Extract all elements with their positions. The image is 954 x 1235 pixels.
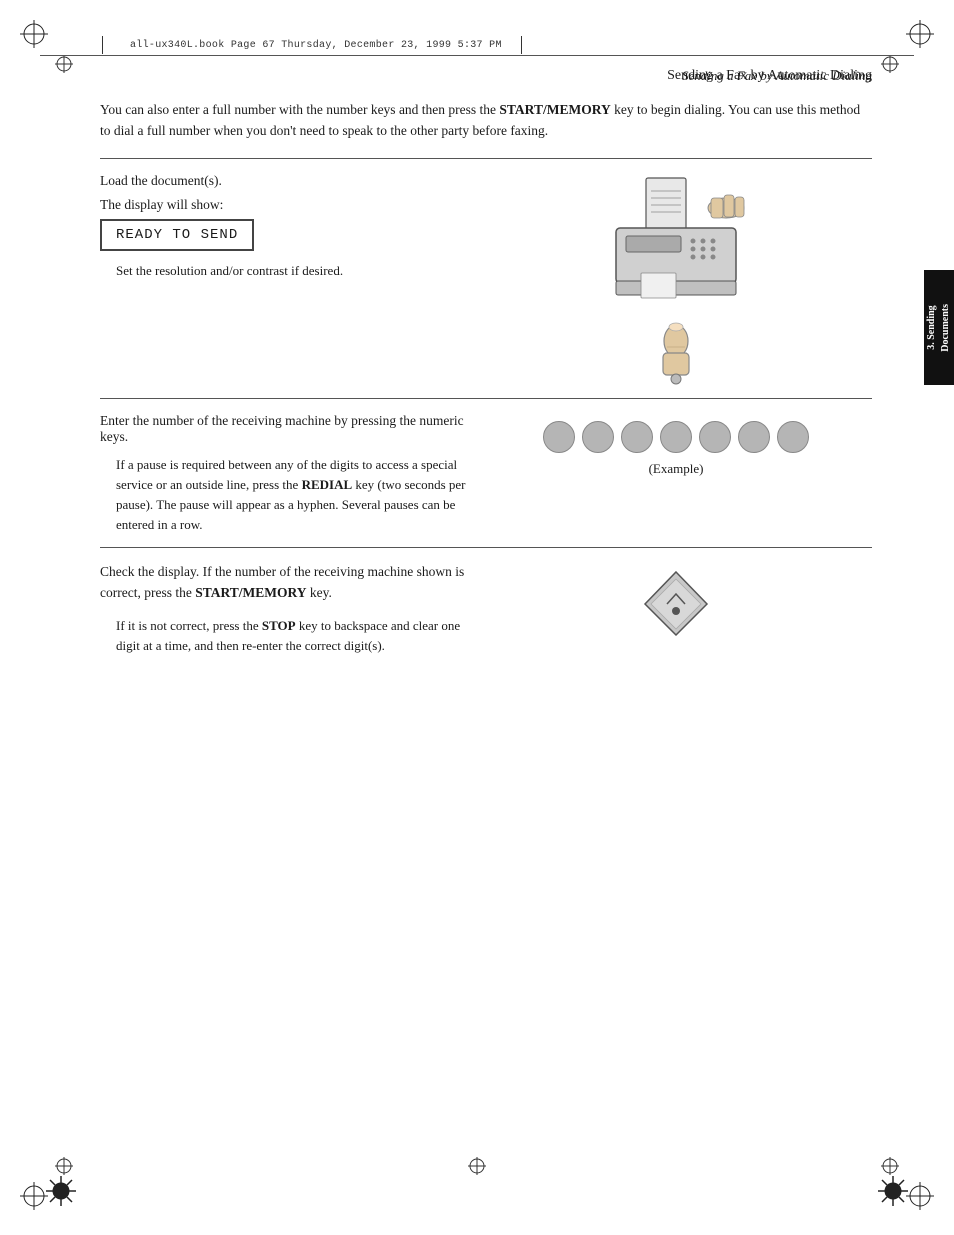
- key-2: [582, 421, 614, 453]
- sunburst-icon: [45, 1175, 77, 1207]
- reg-mark-top-right: [906, 20, 934, 53]
- display-box: READY TO SEND: [100, 219, 254, 251]
- step-3-section: Check the display. If the number of the …: [100, 548, 872, 668]
- reg-mark-bottom-left: [20, 1182, 48, 1215]
- example-label: (Example): [649, 461, 704, 477]
- step-3-right: [480, 562, 872, 642]
- step-1-load-text: Load the document(s).: [100, 173, 470, 189]
- margin-mark-top-right: [881, 55, 899, 78]
- margin-mark-top-left: [55, 55, 73, 78]
- step-1-right: [480, 173, 872, 386]
- intro-paragraph: You can also enter a full number with th…: [100, 100, 872, 142]
- step-1-section: Load the document(s). The display will s…: [100, 159, 872, 399]
- key-5: [699, 421, 731, 453]
- step-2-note: If a pause is required between any of th…: [100, 455, 470, 536]
- key-3: [621, 421, 653, 453]
- page-title-text: Sending a Fax by Automatic Dialing: [682, 68, 872, 84]
- step-3-left: Check the display. If the number of the …: [100, 562, 470, 656]
- step-1-left: Load the document(s). The display will s…: [100, 173, 470, 279]
- bottom-right-decoration: [877, 1175, 909, 1207]
- step-2-right: (Example): [480, 413, 872, 477]
- numeric-keys-row: [543, 421, 809, 453]
- step-3-main-text: Check the display. If the number of the …: [100, 562, 470, 604]
- sunburst-icon-right: [877, 1175, 909, 1207]
- step-1-display-label: The display will show:: [100, 197, 470, 213]
- step-1-note: Set the resolution and/or contrast if de…: [100, 263, 470, 279]
- finger-illustration: [641, 311, 711, 386]
- step-2-main-text: Enter the number of the receiving machin…: [100, 413, 470, 445]
- intro-text: You can also enter a full number with th…: [100, 102, 860, 138]
- step-3-note: If it is not correct, press the STOP key…: [100, 616, 470, 656]
- file-info-bar: all-ux340L.book Page 67 Thursday, Decemb…: [130, 36, 502, 52]
- step-2-left: Enter the number of the receiving machin…: [100, 413, 470, 536]
- top-rule: [40, 55, 914, 56]
- side-tab-text: 3. Sending Documents: [925, 304, 953, 352]
- start-memory-key-illustration: [639, 567, 714, 642]
- key-6: [738, 421, 770, 453]
- key-4: [660, 421, 692, 453]
- step-2-section: Enter the number of the receiving machin…: [100, 399, 872, 549]
- main-content: You can also enter a full number with th…: [100, 100, 872, 669]
- bottom-left-decoration: [45, 1175, 77, 1207]
- reg-mark-top-left: [20, 20, 48, 53]
- key-7: [777, 421, 809, 453]
- fax-machine-illustration: [591, 173, 761, 303]
- key-1: [543, 421, 575, 453]
- file-info-text: all-ux340L.book Page 67 Thursday, Decemb…: [130, 40, 502, 51]
- reg-mark-bottom-right: [906, 1182, 934, 1215]
- margin-mark-bottom-center: [468, 1157, 486, 1180]
- side-tab: 3. Sending Documents: [924, 270, 954, 385]
